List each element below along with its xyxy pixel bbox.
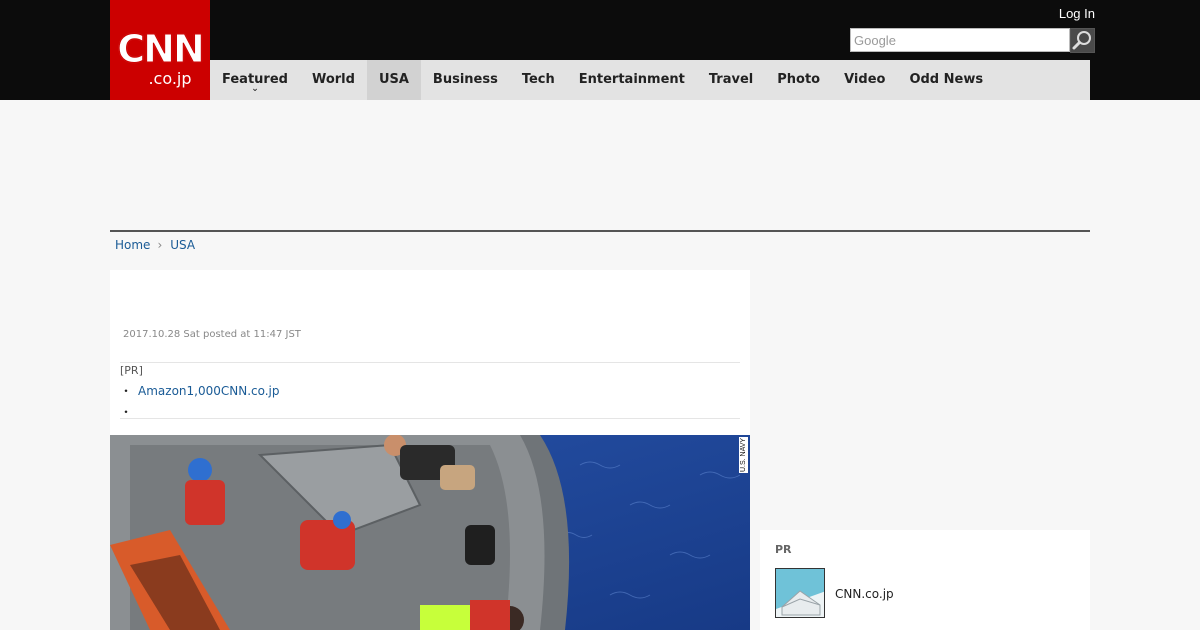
nav-item-label: Video — [844, 72, 886, 87]
nav-item-video[interactable]: Video — [832, 60, 897, 100]
nav-item-label: Entertainment — [578, 72, 685, 87]
search-input[interactable] — [850, 28, 1070, 52]
article-header: 2017.10.28 Sat posted at 11:47 JST [PR] … — [110, 270, 750, 435]
sidebar-pr-link[interactable]: CNN.co.jp — [835, 587, 894, 601]
nav-item-label: Photo — [777, 72, 821, 87]
chevron-right-icon: › — [157, 238, 163, 252]
nav-item-label: Travel — [708, 72, 754, 87]
nav-item-tech[interactable]: Tech — [510, 60, 567, 100]
breadcrumb-home[interactable]: Home — [115, 238, 150, 252]
pr-link[interactable]: Amazon1,000CNN.co.jp — [138, 384, 280, 398]
nav-item-business[interactable]: Business — [421, 60, 510, 100]
nav-item-entertainment[interactable]: Entertainment — [567, 60, 697, 100]
nav-item-usa[interactable]: USA — [366, 60, 421, 100]
sidebar-pr-label: PR — [775, 543, 792, 556]
article-photo: U.S. NAVY — [110, 435, 750, 630]
login-link[interactable]: Log In — [1059, 6, 1095, 21]
photo-image — [110, 435, 750, 630]
pr-item-empty: ・ — [120, 405, 133, 419]
logo-subtext: .co.jp — [148, 69, 192, 88]
envelope-icon[interactable] — [775, 568, 825, 618]
nav-item-label: World — [311, 72, 355, 87]
nav-item-world[interactable]: World — [300, 60, 367, 100]
chevron-down-icon: ⌄ — [251, 84, 259, 94]
nav-item-label: Business — [432, 72, 498, 87]
bullet: ・ — [120, 384, 133, 398]
search-button[interactable] — [1070, 28, 1095, 53]
logo-text: CNN — [117, 27, 206, 71]
cnn-logo[interactable]: CNN .co.jp — [110, 0, 210, 100]
nav-item-travel[interactable]: Travel — [697, 60, 765, 100]
nav-item-featured[interactable]: Featured ⌄ — [210, 60, 300, 100]
photo-credit: U.S. NAVY — [739, 437, 748, 473]
breadcrumb-usa[interactable]: USA — [170, 238, 195, 252]
nav-item-label: Odd News — [909, 72, 984, 87]
nav-item-label: USA — [378, 72, 409, 87]
breadcrumb: Home › USA — [115, 238, 195, 252]
nav-item-photo[interactable]: Photo — [765, 60, 832, 100]
sidebar-pr-box: PR CNN.co.jp — [760, 530, 1090, 630]
main-nav: Featured ⌄ World USA Business Tech Enter… — [210, 60, 1090, 100]
section-divider — [110, 230, 1090, 232]
article-timestamp: 2017.10.28 Sat posted at 11:47 JST — [123, 329, 301, 340]
pr-block: [PR] ・ Amazon1,000CNN.co.jp ・ — [120, 362, 740, 419]
nav-item-odd-news[interactable]: Odd News — [897, 60, 995, 100]
nav-item-label: Tech — [521, 72, 555, 87]
search-icon — [1072, 31, 1091, 50]
pr-label: [PR] — [120, 364, 143, 377]
pr-item: ・ Amazon1,000CNN.co.jp — [120, 382, 280, 399]
